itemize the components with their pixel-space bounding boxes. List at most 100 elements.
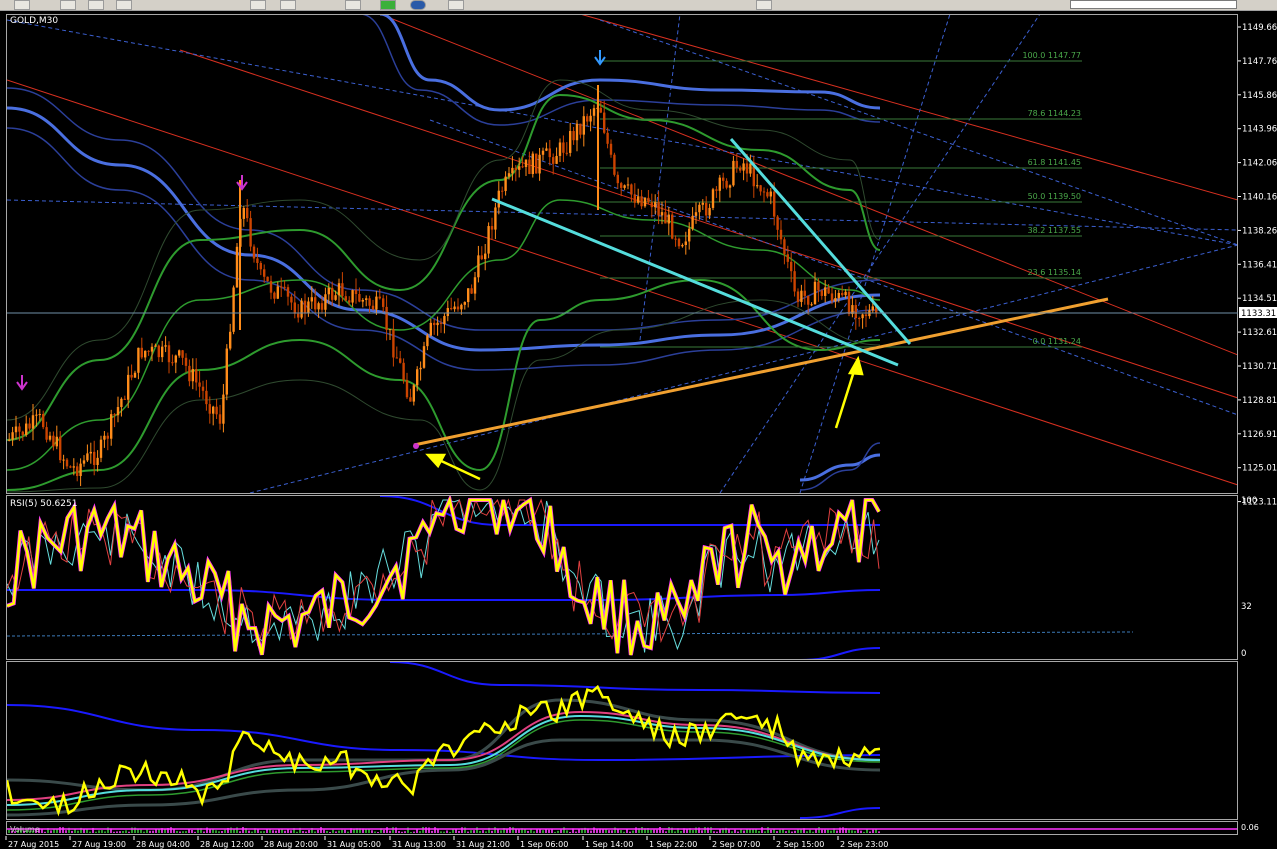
candle-body: [137, 347, 140, 373]
candle-body: [385, 306, 388, 330]
candle-body: [854, 305, 857, 319]
candle-body: [446, 308, 449, 317]
volume-bar: [260, 831, 262, 833]
candle-body: [643, 197, 647, 207]
candle-body: [388, 329, 392, 331]
volume-bar: [470, 830, 472, 833]
candle-body: [399, 358, 402, 363]
new-chart-icon[interactable]: [14, 0, 30, 10]
volume-bar: [536, 829, 538, 833]
volume-bar: [317, 829, 319, 833]
candle-body: [565, 152, 568, 154]
candle-body: [174, 355, 177, 363]
candle-body: [334, 295, 337, 300]
candle-body: [198, 382, 201, 387]
candle-body: [273, 292, 276, 299]
candle-body: [249, 218, 252, 247]
save-icon[interactable]: [88, 0, 104, 10]
candle-body: [276, 286, 279, 299]
volume-bar: [662, 830, 664, 833]
zoom-icon[interactable]: [756, 0, 772, 10]
candle-body: [824, 287, 827, 296]
candle-body: [246, 207, 249, 219]
candle-body: [378, 296, 381, 299]
search-input[interactable]: [1070, 0, 1237, 9]
candle-body: [579, 123, 582, 135]
candle-body: [266, 276, 269, 282]
candle-body: [603, 112, 606, 133]
volume-bar: [335, 831, 337, 833]
chart-window[interactable]: GOLD,M30 RSI(5) 50.6251 Volume 1149.6611…: [0, 11, 1277, 849]
volume-bar: [776, 831, 778, 833]
volume-bar: [332, 829, 334, 833]
candle-body: [514, 167, 517, 170]
candle-body: [518, 166, 521, 170]
candle-body: [847, 291, 851, 315]
volume-bar: [749, 829, 751, 833]
candle-body: [327, 287, 330, 295]
candle-body: [208, 404, 211, 414]
candle-body: [303, 300, 307, 314]
open-icon[interactable]: [60, 0, 76, 10]
volume-bar: [56, 829, 58, 833]
volume-bar: [86, 829, 88, 833]
volume-bar: [674, 831, 676, 833]
candle-body: [45, 427, 48, 440]
volume-bar: [527, 830, 529, 833]
volume-bar: [233, 829, 235, 833]
candle-body: [569, 131, 572, 153]
candle-body: [235, 246, 239, 288]
indicator-add-icon[interactable]: [380, 0, 396, 10]
candle-body: [154, 345, 157, 347]
crosshair-icon[interactable]: [345, 0, 361, 10]
autoscroll-icon[interactable]: [410, 0, 426, 10]
candle-body: [69, 466, 72, 468]
trend-tool-icon[interactable]: [280, 0, 296, 10]
volume-bar: [296, 831, 298, 833]
candle-body: [473, 277, 477, 294]
candle-body: [834, 298, 837, 302]
volume-bar: [95, 831, 97, 833]
volume-tick: 0.06: [1241, 823, 1259, 832]
candle-body: [55, 436, 58, 447]
candle-body: [150, 346, 154, 352]
volume-label: Volume: [10, 825, 40, 834]
volume-bar: [320, 827, 322, 833]
candle-body: [654, 202, 657, 208]
volume-bar: [491, 830, 493, 833]
price-axis[interactable]: 1149.66 1147.76 1145.86 1143.96 1142.06 1140.…: [1238, 23, 1277, 508]
volume-bar: [494, 827, 496, 833]
candle-body: [830, 293, 834, 302]
candle-body: [779, 229, 783, 240]
time-tick-label: 27 Aug 19:00: [72, 840, 126, 849]
volume-bar: [347, 831, 349, 833]
candle-body: [38, 414, 41, 416]
volume-bar: [830, 830, 832, 833]
volume-bar: [377, 831, 379, 833]
candle-body: [8, 439, 11, 441]
candle-body: [365, 298, 368, 300]
candle-body: [759, 185, 762, 192]
price-tick-label: 1138.26: [1242, 226, 1277, 236]
candle-body: [701, 202, 704, 205]
chart-shift-icon[interactable]: [448, 0, 464, 10]
volume-bar: [59, 827, 61, 833]
volume-bar: [449, 831, 451, 833]
volume-bar: [434, 827, 436, 833]
candle-body: [164, 345, 167, 347]
candle-body: [817, 281, 820, 291]
candle-body: [633, 194, 636, 203]
volume-bar: [44, 831, 46, 833]
candle-body: [858, 318, 861, 320]
candle-body: [613, 154, 616, 175]
volume-bar: [806, 831, 808, 833]
volume-bar: [854, 830, 856, 833]
line-tool-icon[interactable]: [250, 0, 266, 10]
candle-body: [402, 362, 405, 381]
volume-bar: [566, 830, 568, 833]
candle-body: [161, 346, 164, 358]
candle-body: [841, 292, 844, 296]
volume-bar: [302, 831, 304, 833]
candle-body: [820, 290, 823, 296]
print-icon[interactable]: [116, 0, 132, 10]
